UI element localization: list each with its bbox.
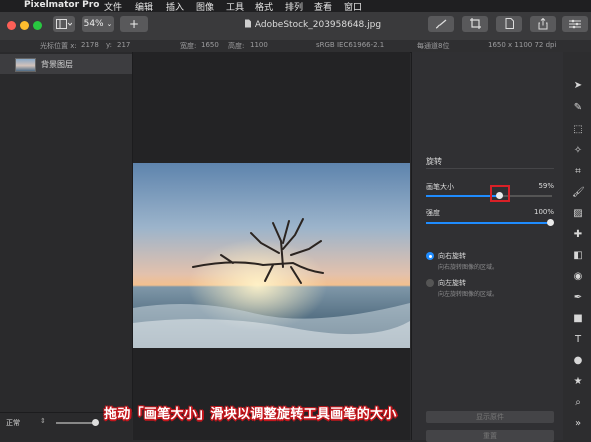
zoom-value: 54% xyxy=(83,19,104,29)
height-label: 高度: xyxy=(228,42,245,50)
crop-icon[interactable]: ⌗ xyxy=(572,166,584,177)
strength-label: 强度 xyxy=(426,209,440,217)
sidebar-icon xyxy=(56,19,73,29)
rotate-left-title[interactable]: 向左旋转 xyxy=(438,278,466,288)
cursor-x-label: 光标位置 x: xyxy=(40,42,77,50)
paint-icon[interactable]: 🖌 xyxy=(572,187,585,198)
add-button[interactable]: + xyxy=(120,16,148,32)
blend-mode-value: 正常 xyxy=(6,419,20,427)
chevron-down-icon: ⌄ xyxy=(106,20,113,28)
effects-icon[interactable]: ★ xyxy=(572,376,584,387)
select-icon[interactable]: ⬚ xyxy=(572,124,584,135)
rotate-left-desc: 向左旋转图像的区域。 xyxy=(438,291,499,298)
color-profile: sRGB IEC61966-2.1 xyxy=(316,41,385,49)
document-icon xyxy=(505,18,514,29)
share-icon xyxy=(538,17,548,30)
brush-size-slider[interactable] xyxy=(426,192,552,199)
panel-title: 旋转 xyxy=(426,157,442,166)
tutorial-caption: 拖动「画笔大小」滑块以调整旋转工具画笔的大小 xyxy=(104,407,397,422)
eraser-icon[interactable]: ◧ xyxy=(572,250,584,261)
sliders-icon xyxy=(569,19,581,29)
arrange-icon[interactable]: ➤ xyxy=(572,80,584,91)
rotate-right-desc: 向右旋转图像的区域。 xyxy=(438,264,499,271)
zoom-window-button[interactable] xyxy=(33,21,42,30)
style-icon[interactable]: ✎ xyxy=(572,102,584,113)
opacity-slider[interactable] xyxy=(56,422,96,424)
highlight-box xyxy=(490,185,510,202)
document-icon xyxy=(245,19,251,28)
close-window-button[interactable] xyxy=(7,21,16,30)
layer-name: 背景图层 xyxy=(41,60,73,69)
share-button[interactable] xyxy=(530,16,556,32)
show-original-button[interactable]: 显示原件 xyxy=(426,411,554,423)
opacity-slider-knob[interactable] xyxy=(92,419,99,426)
crop-icon xyxy=(469,18,481,29)
distort-icon[interactable]: ◉ xyxy=(572,271,584,282)
retouch-icon[interactable]: ✚ xyxy=(572,229,584,240)
chevron-updown-icon: ⇕ xyxy=(40,417,46,425)
color-icon[interactable]: ● xyxy=(572,355,584,366)
rotate-left-radio[interactable] xyxy=(426,279,434,287)
filename-label: AdobeStock_203958648.jpg xyxy=(254,20,382,30)
zoom-icon[interactable]: ⌕ xyxy=(572,397,584,408)
crop-button[interactable] xyxy=(462,16,488,32)
layer-thumbnail xyxy=(15,58,36,72)
more-icon[interactable]: » xyxy=(572,418,584,429)
layers-sidebar: 背景图层 xyxy=(0,52,133,412)
tools-sidebar: ➤ ✎ ⬚ ✧ ⌗ 🖌 ▨ ✚ ◧ ◉ ✒ ■ T ● ★ ⌕ » xyxy=(563,52,591,440)
menu-bar: Pixelmator Pro 文件 编辑 插入 图像 工具 格式 排列 查看 窗… xyxy=(0,0,591,13)
strength-value[interactable]: 100% xyxy=(514,208,554,216)
tool-options-panel: 旋转 画笔大小 59% 强度 100% 向右旋转 向右旋转图像的区域。 向左旋转… xyxy=(411,52,564,442)
minimize-window-button[interactable] xyxy=(20,21,29,30)
sidebar-toggle-button[interactable] xyxy=(53,16,75,32)
strength-fill xyxy=(426,222,552,224)
bit-depth: 每通道8位 xyxy=(417,42,450,50)
document-title: AdobeStock_203958648.jpg xyxy=(244,19,381,30)
rotate-right-title[interactable]: 向右旋转 xyxy=(438,251,466,261)
canvas-area[interactable] xyxy=(133,52,410,440)
magic-wand-icon[interactable]: ✧ xyxy=(572,145,584,156)
blend-mode-select[interactable]: 正常 xyxy=(6,418,20,428)
brush-size-label: 画笔大小 xyxy=(426,183,454,191)
cursor-x-value: 2178 xyxy=(81,41,99,49)
strength-slider[interactable] xyxy=(426,219,554,226)
height-value: 1100 xyxy=(250,41,268,49)
brush-size-value[interactable]: 59% xyxy=(514,182,554,190)
cursor-y-label: y: xyxy=(106,41,112,49)
app-name-menu[interactable]: Pixelmator Pro xyxy=(24,0,99,10)
rotate-right-radio[interactable] xyxy=(426,252,434,260)
reset-button[interactable]: 重置 xyxy=(426,430,554,442)
type-icon[interactable]: T xyxy=(572,334,584,345)
panel-divider xyxy=(426,168,554,169)
gradient-icon[interactable]: ▨ xyxy=(572,208,584,219)
brush-icon xyxy=(435,19,447,29)
shape-icon[interactable]: ■ xyxy=(572,313,584,324)
tools-button[interactable] xyxy=(428,16,454,32)
canvas-image[interactable] xyxy=(133,163,410,348)
settings-button[interactable] xyxy=(562,16,588,32)
width-label: 宽度: xyxy=(180,42,197,50)
image-dimensions: 1650 x 1100 72 dpi xyxy=(488,41,557,49)
strength-knob[interactable] xyxy=(547,219,554,226)
width-value: 1650 xyxy=(201,41,219,49)
cursor-y-value: 217 xyxy=(117,41,131,49)
new-document-button[interactable] xyxy=(496,16,522,32)
pen-icon[interactable]: ✒ xyxy=(572,292,584,303)
layer-item[interactable]: 背景图层 xyxy=(0,54,132,74)
zoom-dropdown[interactable]: 54% ⌄ xyxy=(82,16,114,32)
brush-size-fill xyxy=(426,195,500,197)
